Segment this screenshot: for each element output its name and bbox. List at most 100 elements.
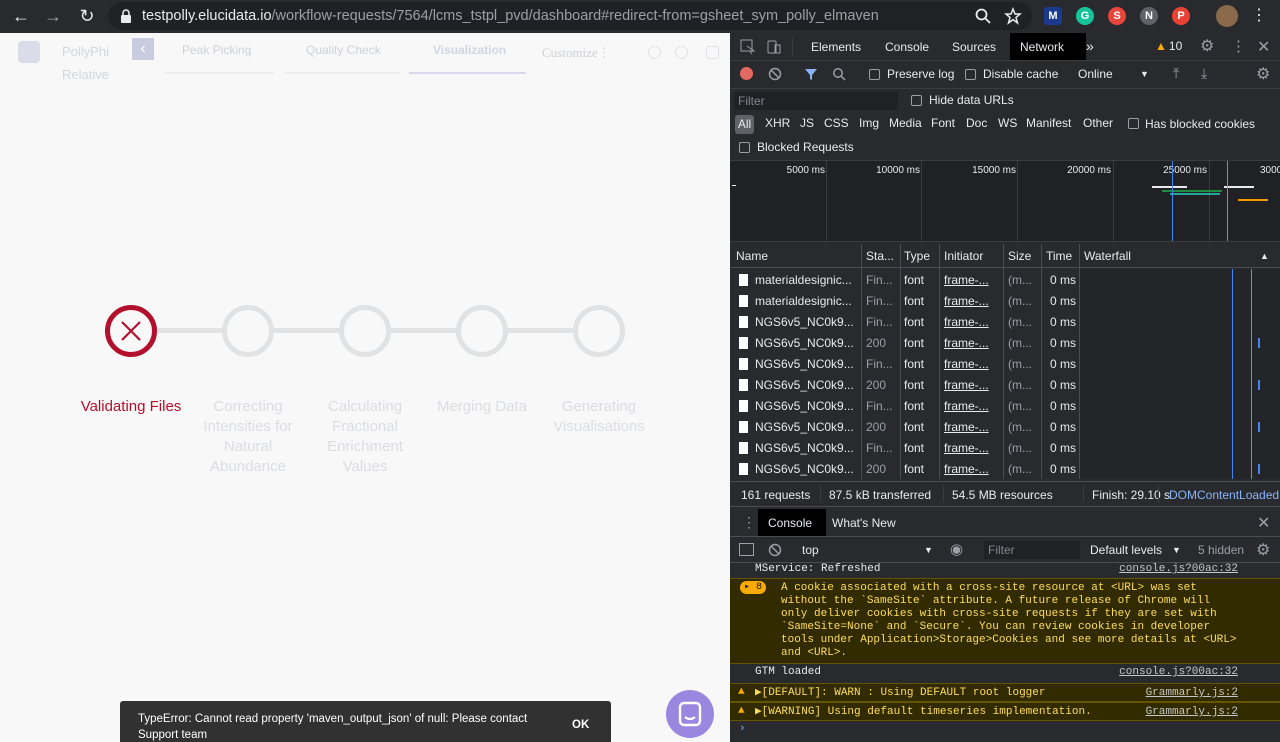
tab-peak-picking[interactable]: Peak Picking <box>182 43 251 57</box>
col-waterfall[interactable]: Waterfall <box>1084 249 1131 263</box>
table-row[interactable]: materialdesignic... Fin... font frame-... (m… <box>730 269 1080 290</box>
table-row[interactable]: NGS6v5_NC0k9... 200 font frame-... (m... 0 ms <box>730 416 1080 437</box>
console-source-link[interactable]: console.js?00ac:32 <box>1119 666 1238 679</box>
device-toolbar-icon[interactable] <box>766 39 782 55</box>
extension-p-icon[interactable]: P <box>1172 7 1190 25</box>
console-source-link[interactable]: Grammarly.js:2 <box>1146 687 1238 700</box>
zoom-search-icon[interactable] <box>974 7 992 25</box>
filter-type-doc[interactable]: Doc <box>966 116 987 130</box>
col-type[interactable]: Type <box>904 249 930 263</box>
blocked-requests-checkbox[interactable] <box>739 142 750 153</box>
cell-initiator[interactable]: frame-... <box>944 336 1000 350</box>
table-row[interactable]: NGS6v5_NC0k9... Fin... font frame-... (m... 0… <box>730 395 1080 416</box>
sort-arrow-icon[interactable]: ▲ <box>1260 251 1269 261</box>
back-chevron-button[interactable]: ‹ <box>132 38 154 60</box>
extension-m-icon[interactable]: M <box>1044 7 1062 25</box>
tab-console[interactable]: Console <box>885 40 929 54</box>
table-row[interactable]: NGS6v5_NC0k9... Fin... font frame-... (m... 0… <box>730 437 1080 458</box>
console-prompt[interactable]: › <box>730 723 1280 737</box>
record-icon[interactable] <box>740 67 753 80</box>
blocked-cookies-checkbox[interactable] <box>1128 118 1139 129</box>
kebab-menu-icon[interactable]: ⋮ <box>1248 5 1270 27</box>
settings-gear-icon[interactable]: ⚙ <box>1200 36 1214 56</box>
cell-initiator[interactable]: frame-... <box>944 441 1000 455</box>
back-arrow-icon[interactable]: ← <box>10 5 32 27</box>
toast-ok-button[interactable]: OK <box>572 719 589 731</box>
forward-arrow-icon[interactable]: → <box>42 5 64 27</box>
drawer-tab-whats-new[interactable]: What's New <box>832 516 896 530</box>
console-message[interactable]: ▶[WARNING] Using default timeseries impl… <box>755 706 1092 719</box>
col-name[interactable]: Name <box>736 249 768 263</box>
profile-avatar[interactable] <box>1216 5 1238 27</box>
tab-visualization[interactable]: Visualization <box>433 43 506 57</box>
search-icon[interactable] <box>832 67 846 81</box>
context-select[interactable]: top ▼ <box>802 543 934 557</box>
extension-n-icon[interactable]: N <box>1140 7 1158 25</box>
close-drawer-icon[interactable]: ✕ <box>1257 513 1270 533</box>
devtools-menu-icon[interactable]: ⋮ <box>1231 37 1246 55</box>
live-expression-eye-icon[interactable]: ◉ <box>950 540 963 558</box>
filter-type-other[interactable]: Other <box>1083 116 1113 130</box>
history-icon[interactable] <box>675 46 688 59</box>
user-icon[interactable] <box>706 46 719 59</box>
extension-s-icon[interactable]: S <box>1108 7 1126 25</box>
col-initiator[interactable]: Initiator <box>944 249 983 263</box>
filter-type-xhr[interactable]: XHR <box>765 116 790 130</box>
table-row[interactable]: materialdesignic... Fin... font frame-... (m… <box>730 290 1080 311</box>
table-row[interactable]: NGS6v5_NC0k9... Fin... font frame-... (m... 0… <box>730 311 1080 332</box>
col-status[interactable]: Sta... <box>866 249 894 263</box>
throttle-select[interactable]: Online ▼ <box>1078 67 1149 81</box>
tab-quality-check[interactable]: Quality Check <box>306 43 381 57</box>
cell-initiator[interactable]: frame-... <box>944 399 1000 413</box>
cell-initiator[interactable]: frame-... <box>944 294 1000 308</box>
preserve-log-checkbox[interactable] <box>869 69 880 80</box>
table-row[interactable]: NGS6v5_NC0k9... Fin... font frame-... (m... 0… <box>730 353 1080 374</box>
network-overview[interactable]: 5000 ms 10000 ms 15000 ms 20000 ms 25000… <box>730 160 1280 242</box>
filter-type-manifest[interactable]: Manifest <box>1026 116 1071 130</box>
log-levels-select[interactable]: Default levels ▼ <box>1090 543 1181 557</box>
bookmark-star-icon[interactable] <box>1004 7 1022 25</box>
inspect-element-icon[interactable] <box>740 39 756 55</box>
filter-type-media[interactable]: Media <box>889 116 922 130</box>
filter-type-img[interactable]: Img <box>859 116 879 130</box>
tab-sources[interactable]: Sources <box>952 40 996 54</box>
filter-type-font[interactable]: Font <box>931 116 955 130</box>
close-devtools-icon[interactable]: ✕ <box>1257 37 1270 57</box>
drawer-menu-icon[interactable]: ⋮ <box>742 514 756 531</box>
more-tabs-icon[interactable]: » <box>1086 38 1094 54</box>
network-settings-icon[interactable]: ⚙ <box>1256 64 1270 84</box>
clear-console-icon[interactable] <box>768 543 782 557</box>
console-settings-icon[interactable]: ⚙ <box>1256 540 1270 560</box>
filter-type-css[interactable]: CSS <box>824 116 849 130</box>
filter-funnel-icon[interactable] <box>804 67 818 81</box>
filter-type-js[interactable]: JS <box>800 116 814 130</box>
drawer-tab-console[interactable]: Console <box>758 509 826 536</box>
cell-initiator[interactable]: frame-... <box>944 357 1000 371</box>
address-bar[interactable]: testpolly.elucidata.io/workflow-requests… <box>108 2 1032 30</box>
table-row[interactable]: NGS6v5_NC0k9... 200 font frame-... (m... 0 ms <box>730 458 1080 479</box>
filter-type-all[interactable]: All <box>735 115 754 134</box>
cell-initiator[interactable]: frame-... <box>944 378 1000 392</box>
extension-grammarly-icon[interactable]: G <box>1076 7 1094 25</box>
customize-menu[interactable]: Customize⋮ <box>542 45 611 61</box>
table-row[interactable]: NGS6v5_NC0k9... 200 font frame-... (m... 0 ms <box>730 374 1080 395</box>
clear-icon[interactable] <box>768 67 782 81</box>
import-har-icon[interactable]: ⤒ <box>1173 65 1179 82</box>
col-size[interactable]: Size <box>1008 249 1031 263</box>
chat-launcher-button[interactable] <box>666 690 714 738</box>
info-icon[interactable] <box>648 46 661 59</box>
hide-data-urls-checkbox[interactable] <box>911 95 922 106</box>
cell-initiator[interactable]: frame-... <box>944 273 1000 287</box>
cell-initiator[interactable]: frame-... <box>944 420 1000 434</box>
filter-input[interactable]: Filter <box>734 92 898 110</box>
console-message[interactable]: ▶[DEFAULT]: WARN : Using DEFAULT root lo… <box>755 687 1045 700</box>
col-time[interactable]: Time <box>1046 249 1072 263</box>
tab-network-active[interactable]: Network <box>1010 33 1086 60</box>
tab-elements[interactable]: Elements <box>811 40 861 54</box>
cell-initiator[interactable]: frame-... <box>944 462 1000 476</box>
reload-icon[interactable]: ↻ <box>76 5 98 27</box>
filter-type-ws[interactable]: WS <box>998 116 1017 130</box>
disable-cache-checkbox[interactable] <box>965 69 976 80</box>
warning-triangle-icon[interactable]: ▲ 10 <box>1155 39 1182 53</box>
console-filter-input[interactable]: Filter <box>984 541 1080 559</box>
